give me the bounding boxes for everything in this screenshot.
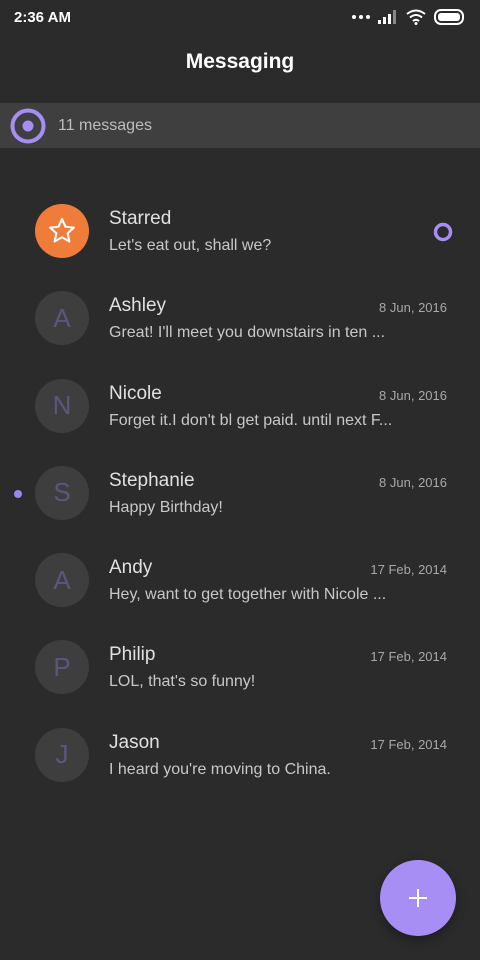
conversation-name: Jason xyxy=(109,731,160,753)
conversation-name: Starred xyxy=(109,208,172,229)
battery-icon xyxy=(434,9,464,25)
avatar xyxy=(35,204,89,258)
plus-icon xyxy=(409,889,427,907)
new-message-button[interactable] xyxy=(380,860,456,936)
status-bar: 2:36 AM xyxy=(0,0,480,34)
conversation-row[interactable]: S Stephanie Happy Birthday! 8 Jun, 2016 xyxy=(0,450,480,537)
conversation-preview: Happy Birthday! xyxy=(109,498,223,516)
conversation-date: 17 Feb, 2014 xyxy=(370,562,447,578)
conversation-date: 17 Feb, 2014 xyxy=(370,736,447,752)
avatar: P xyxy=(35,640,89,695)
more-dots-icon xyxy=(352,15,370,19)
conversation-name: Nicole xyxy=(109,382,162,404)
conversation-row[interactable]: N Nicole Forget it.I don't bl get paid. … xyxy=(0,363,480,450)
conversation-name: Andy xyxy=(109,557,153,579)
conversation-date: 17 Feb, 2014 xyxy=(370,649,447,665)
avatar: A xyxy=(35,553,89,608)
conversation-preview: LOL, that's so funny! xyxy=(109,673,256,691)
message-count: 11 messages xyxy=(58,116,152,134)
conversation-row[interactable]: P Philip LOL, that's so funny! 17 Feb, 2… xyxy=(0,624,480,711)
unread-ring-icon xyxy=(433,222,453,242)
unread-dot-icon xyxy=(14,489,22,498)
conversation-row[interactable]: A Ashley Great! I'll meet you downstairs… xyxy=(0,275,480,362)
conversation-name: Ashley xyxy=(109,295,167,317)
wifi-icon xyxy=(406,9,426,25)
avatar: S xyxy=(35,465,89,520)
avatar: J xyxy=(35,727,89,782)
page-title: Messaging xyxy=(185,50,295,73)
conversation-ring-icon xyxy=(10,108,46,143)
status-time: 2:36 AM xyxy=(14,8,71,26)
conversation-date: 8 Jun, 2016 xyxy=(379,387,447,403)
conversation-preview: Forget it.I don't bl get paid. until nex… xyxy=(109,411,393,429)
conversation-preview: I heard you're moving to China. xyxy=(109,760,331,778)
conversation-row[interactable]: A Andy Hey, want to get together with Ni… xyxy=(0,537,480,624)
conversation-summary-bar[interactable]: 11 messages xyxy=(0,103,480,148)
conversation-preview: Great! I'll meet you downstairs in ten .… xyxy=(109,324,386,342)
star-icon xyxy=(49,218,75,243)
conversation-row-starred[interactable]: Starred Let's eat out, shall we? xyxy=(0,188,480,275)
avatar: A xyxy=(35,291,89,346)
conversation-preview: Hey, want to get together with Nicole ..… xyxy=(109,586,387,604)
conversation-preview: Let's eat out, shall we? xyxy=(109,237,272,254)
signal-icon xyxy=(378,10,396,24)
avatar: N xyxy=(35,378,89,433)
conversation-name: Stephanie xyxy=(109,469,195,491)
conversation-list: Starred Let's eat out, shall we? A Ashle… xyxy=(0,188,480,799)
conversation-date: 8 Jun, 2016 xyxy=(379,300,447,316)
conversation-date: 8 Jun, 2016 xyxy=(379,474,447,490)
conversation-name: Philip xyxy=(109,644,156,666)
status-icons xyxy=(352,9,466,25)
conversation-row[interactable]: J Jason I heard you're moving to China. … xyxy=(0,712,480,799)
